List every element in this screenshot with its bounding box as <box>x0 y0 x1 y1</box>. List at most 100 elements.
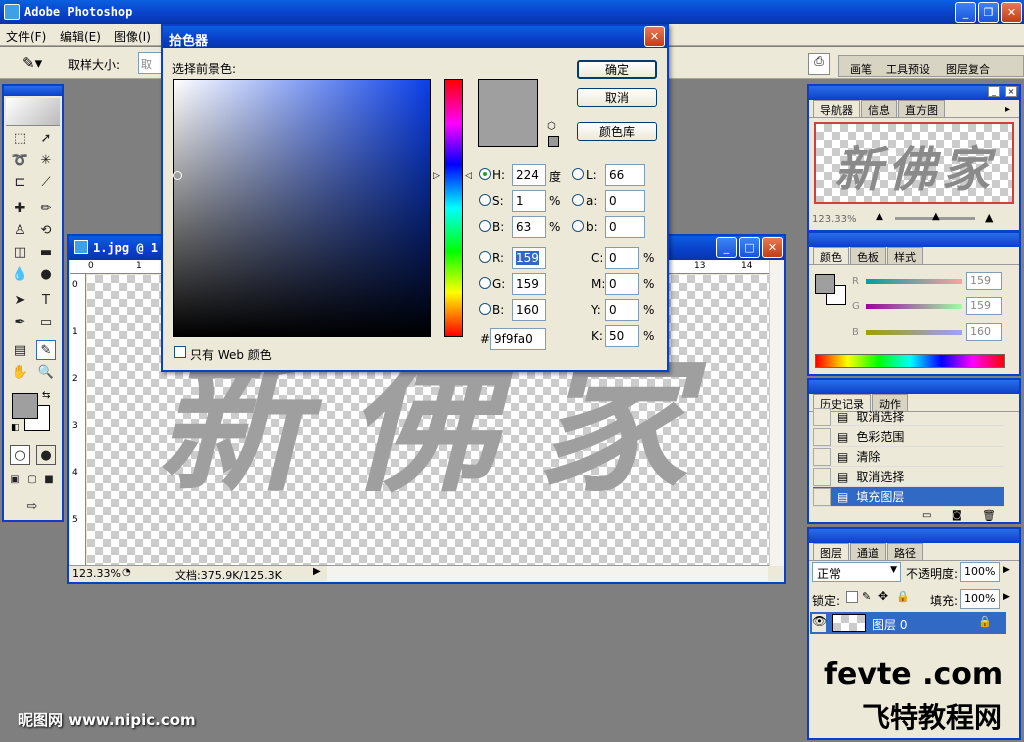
radio-s[interactable] <box>479 194 491 206</box>
opacity-field[interactable]: 100% <box>960 562 1000 582</box>
lasso-tool-icon[interactable]: ➰ <box>10 150 30 170</box>
dodge-tool-icon[interactable]: ● <box>36 264 56 284</box>
move-tool-icon[interactable]: ➚ <box>36 128 56 148</box>
history-item-2[interactable]: ▤ 色彩范围 <box>813 427 1004 447</box>
stamp-tool-icon[interactable]: ♙ <box>10 220 30 240</box>
swap-colors-icon[interactable]: ⇆ <box>42 390 50 401</box>
sample-size-select[interactable]: 取 <box>138 52 162 74</box>
blur-tool-icon[interactable]: 💧 <box>10 264 30 284</box>
blend-mode-select[interactable]: 正常 ▼ <box>812 562 901 582</box>
field-y[interactable]: 0 <box>605 299 639 321</box>
doc-minimize-button[interactable]: _ <box>716 237 737 258</box>
color-slider-r[interactable] <box>866 279 962 284</box>
color-fg-swatch[interactable] <box>815 274 835 294</box>
well-tab-layer-comps[interactable]: 图层复合 <box>946 61 990 77</box>
field-s[interactable]: 1 <box>512 190 546 212</box>
pen-tool-icon[interactable]: ✒ <box>10 312 30 332</box>
standard-mode-icon[interactable]: ○ <box>10 445 30 465</box>
history-item-5[interactable]: ▤ 填充图层 <box>813 487 1004 507</box>
jump-to-imageready-icon[interactable]: ⇨ <box>10 496 54 516</box>
lock-all-icon[interactable]: 🔒 <box>896 590 910 603</box>
menu-edit[interactable]: 编辑(E) <box>60 28 101 45</box>
status-arrow-icon[interactable]: ▶ <box>313 566 321 577</box>
field-hex[interactable]: 9f9fa0 <box>490 328 546 350</box>
field-g[interactable]: 159 <box>512 273 546 295</box>
history-delete-icon[interactable]: 🗑 <box>982 509 996 522</box>
color-library-button[interactable]: 颜色库 <box>577 122 657 141</box>
hand-tool-icon[interactable]: ✋ <box>10 362 30 382</box>
menu-image[interactable]: 图像(I) <box>114 28 151 45</box>
radio-l[interactable] <box>572 168 584 180</box>
radio-r[interactable] <box>479 251 491 263</box>
radio-h[interactable] <box>479 168 491 180</box>
field-k[interactable]: 50 <box>605 325 639 347</box>
lock-position-icon[interactable]: ✥ <box>878 589 888 603</box>
field-h[interactable]: 224 <box>512 164 546 186</box>
field-c[interactable]: 0 <box>605 247 639 269</box>
marquee-tool-icon[interactable]: ⬚ <box>10 128 30 148</box>
well-tab-brushes[interactable]: 画笔 <box>850 61 872 77</box>
opacity-arrow-icon[interactable]: ▶ <box>1003 565 1010 575</box>
radio-rgb-b[interactable] <box>479 303 491 315</box>
hue-slider-right-arrow-icon[interactable]: ◁ <box>465 171 472 181</box>
picker-close-button[interactable]: ✕ <box>644 26 665 47</box>
zoom-tool-icon[interactable]: 🔍 <box>36 362 56 382</box>
magic-wand-tool-icon[interactable]: ✳ <box>36 150 56 170</box>
panel-close-icon[interactable]: × <box>1005 86 1017 97</box>
lock-image-icon[interactable]: ✎ <box>862 590 871 603</box>
field-b[interactable]: 63 <box>512 216 546 238</box>
fill-field[interactable]: 100% <box>960 589 1000 609</box>
panel-minimize-icon[interactable]: _ <box>988 86 1000 97</box>
web-safe-swatch[interactable] <box>548 136 559 147</box>
eyedropper-tool-icon[interactable]: ✎ <box>36 340 56 360</box>
doc-horizontal-scrollbar[interactable] <box>327 566 768 581</box>
slice-tool-icon[interactable]: ⟋ <box>36 172 56 192</box>
hue-slider-left-arrow-icon[interactable]: ▷ <box>433 171 440 181</box>
radio-a[interactable] <box>572 194 584 206</box>
screen-mode-standard-icon[interactable]: ▣ <box>8 472 22 486</box>
gamut-cube-icon[interactable]: ⬡ <box>547 121 556 132</box>
quick-mask-mode-icon[interactable]: ● <box>36 445 56 465</box>
gradient-tool-icon[interactable]: ▬ <box>36 242 56 262</box>
tab-paths[interactable]: 路径 <box>887 543 923 560</box>
status-menu-icon[interactable]: ◔ <box>122 567 131 578</box>
crop-tool-icon[interactable]: ⊏ <box>10 172 30 192</box>
zoom-out-icon[interactable]: ▲ <box>876 212 883 222</box>
radio-lab-b[interactable] <box>572 220 584 232</box>
history-snapshot-button-icon[interactable]: ◙ <box>952 510 962 521</box>
color-field-b[interactable]: 160 <box>966 323 1002 341</box>
path-selection-tool-icon[interactable]: ➤ <box>10 290 30 310</box>
field-l[interactable]: 66 <box>605 164 645 186</box>
doc-zoom-value[interactable]: 123.33% <box>72 567 121 580</box>
foreground-color-swatch[interactable] <box>12 393 38 419</box>
history-new-doc-icon[interactable]: ▭ <box>922 510 931 521</box>
tab-swatches[interactable]: 色板 <box>850 247 886 264</box>
navigator-zoom[interactable]: 123.33% <box>812 214 857 225</box>
tab-color[interactable]: 颜色 <box>813 247 849 264</box>
color-spectrum-bar[interactable] <box>815 354 1005 368</box>
history-item-1[interactable]: ▤ 取消选择 <box>813 407 1004 426</box>
type-tool-icon[interactable]: T <box>36 290 56 310</box>
well-tab-tool-presets[interactable]: 工具预设 <box>886 61 930 77</box>
menu-file[interactable]: 文件(F) <box>6 28 46 45</box>
app-minimize-button[interactable]: _ <box>955 2 976 23</box>
brush-tool-icon[interactable]: ✏ <box>36 198 56 218</box>
layer-name[interactable]: 图层 0 <box>872 616 907 633</box>
color-field[interactable] <box>173 79 431 337</box>
doc-vertical-scrollbar[interactable] <box>769 260 784 566</box>
doc-close-button[interactable]: ✕ <box>762 237 783 258</box>
navigator-thumbnail[interactable]: 新佛家 <box>814 122 1014 204</box>
eraser-tool-icon[interactable]: ◫ <box>10 242 30 262</box>
cancel-button[interactable]: 取消 <box>577 88 657 107</box>
color-slider-b[interactable] <box>866 330 962 335</box>
zoom-in-icon[interactable]: ▲ <box>985 211 993 224</box>
color-field-r[interactable]: 159 <box>966 272 1002 290</box>
ok-button[interactable]: 确定 <box>577 60 657 79</box>
hue-slider[interactable] <box>444 79 463 337</box>
web-only-checkbox[interactable] <box>174 346 186 358</box>
app-restore-button[interactable]: ❐ <box>978 2 999 23</box>
field-rgb-b[interactable]: 160 <box>512 299 546 321</box>
eye-icon[interactable]: 👁 <box>812 614 827 632</box>
field-r[interactable]: 159 <box>512 247 546 269</box>
eyedropper-icon[interactable]: ✎▾ <box>22 54 42 72</box>
